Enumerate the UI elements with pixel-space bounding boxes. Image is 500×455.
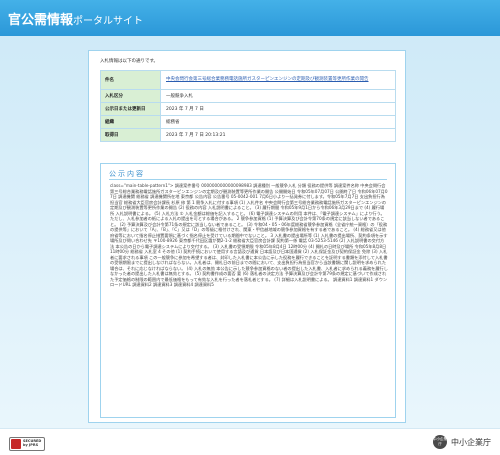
table-row: 件名 中央会問行会第三号総合業務務電話施所ガスターピンエンジンの定期及び観測装置… <box>100 70 396 90</box>
bid-detail-card: 入札情報は以下の通りです。 件名 中央会問行会第三号総合業務務電話施所ガスターピ… <box>88 50 406 423</box>
table-label: 公示日または更新日 <box>100 102 161 116</box>
site-title: 官公需情報 <box>8 13 74 28</box>
table-label: 取得日 <box>100 128 161 142</box>
site-logo[interactable]: 官公需情報ポータルサイト <box>8 9 143 28</box>
table-label: 組織 <box>100 115 161 129</box>
notice-content-box: 公示内容 class="main-table-pattern1"> 調達案件番号… <box>100 163 396 418</box>
divider <box>109 179 387 180</box>
lock-icon <box>11 439 21 449</box>
table-row: 組織 総務省 <box>100 115 396 129</box>
agency-name[interactable]: 中小企業庁 <box>451 437 491 448</box>
notice-content-title: 公示内容 <box>109 170 145 178</box>
table-value: 2023 年 7 月 7 日 <box>160 102 396 116</box>
badge-text: SECURED by JPRS <box>23 439 42 447</box>
notice-content-body: class="main-table-pattern1"> 調達案件番号 0000… <box>110 183 388 287</box>
table-label: 入札区分 <box>100 89 161 103</box>
site-subtitle: ポータルサイト <box>73 16 144 27</box>
intro-text: 入札情報は以下の通りです。 <box>100 59 159 64</box>
table-value: 総務省 <box>160 115 396 129</box>
security-badge[interactable]: SECURED by JPRS <box>9 437 45 451</box>
site-header: 官公需情報ポータルサイト <box>0 0 500 36</box>
subject-link[interactable]: 中央会問行会第三号総合業務務電話施所ガスターピンエンジンの定期及び観測装置等更所… <box>160 70 396 90</box>
table-value: 2023 年 7 月 7 日 20:13:21 <box>160 128 396 142</box>
agency-logo-icon[interactable]: 中小企業庁 <box>433 435 447 449</box>
bid-info-table: 件名 中央会問行会第三号総合業務務電話施所ガスターピンエンジンの定期及び観測装置… <box>100 70 396 142</box>
table-row: 入札区分 一般競争入札 <box>100 89 396 103</box>
table-row: 取得日 2023 年 7 月 7 日 20:13:21 <box>100 128 396 142</box>
table-label: 件名 <box>100 70 161 90</box>
table-value: 一般競争入札 <box>160 89 396 103</box>
table-row: 公示日または更新日 2023 年 7 月 7 日 <box>100 102 396 116</box>
site-footer: SECURED by JPRS <box>0 428 500 455</box>
